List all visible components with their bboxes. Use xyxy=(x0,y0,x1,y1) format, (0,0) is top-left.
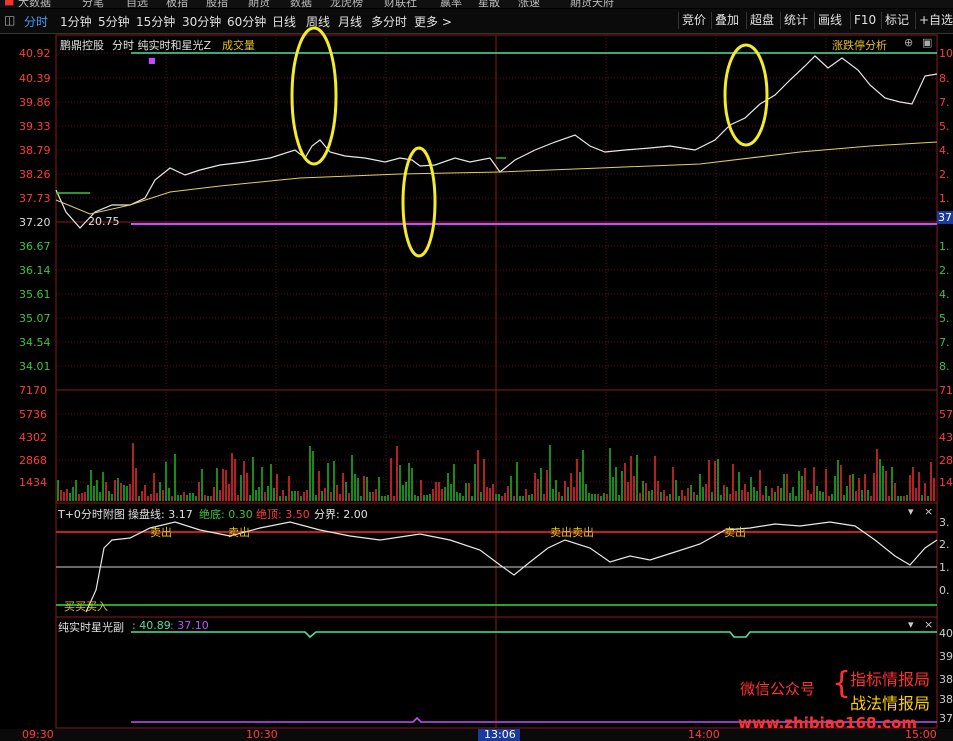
maximize-icon[interactable]: ▣ xyxy=(922,36,932,49)
sub1-dropdown-icon[interactable]: ▾ xyxy=(908,505,914,518)
price-tick: 34.54 xyxy=(19,336,51,349)
average-price-line xyxy=(55,141,938,215)
sub2-tick: 38 xyxy=(939,693,953,706)
settings-icon[interactable]: ⊕ xyxy=(904,36,913,49)
sub1-bottom-value: 绝底: 0.30 xyxy=(199,508,253,521)
sub2-dropdown-icon[interactable]: ▾ xyxy=(908,618,914,631)
percent-tick: 7. xyxy=(939,336,950,349)
price-tick: 38.79 xyxy=(19,144,51,157)
percent-tick: 8. xyxy=(939,72,950,85)
sub2-close-icon[interactable]: × xyxy=(924,618,933,631)
sub1-divider-value: 分界: 2.00 xyxy=(314,508,368,521)
current-price-tag: 37 xyxy=(937,211,953,224)
price-tick: 39.86 xyxy=(19,96,51,109)
sub2-title: 纯实时星光副 xyxy=(58,621,124,634)
sub1-close-icon[interactable]: × xyxy=(924,505,933,518)
percent-tick: 2. xyxy=(939,264,950,277)
buy-signal: 买买买入 xyxy=(64,600,108,613)
volume-tick: 5736 xyxy=(19,408,47,421)
sub1-title: T+0分时附图 xyxy=(58,508,125,521)
sub2-tick: 39 xyxy=(939,650,953,663)
price-tick: 39.33 xyxy=(19,120,51,133)
price-tick: 37.20 xyxy=(19,216,51,229)
sub2-upper-value: : 40.89 xyxy=(132,619,171,632)
price-line xyxy=(55,55,938,229)
sub1-tick: 1. xyxy=(939,561,950,574)
time-tick: 14:00 xyxy=(688,728,720,741)
percent-tick: 4. xyxy=(939,144,950,157)
percent-tick: 7. xyxy=(939,96,950,109)
sub1-tick: 0. xyxy=(939,584,950,597)
price-tick: 36.67 xyxy=(19,240,51,253)
percent-tick: 4. xyxy=(939,288,950,301)
time-tick: 09:30 xyxy=(22,728,54,741)
volume-tick-right: 43 xyxy=(939,431,953,444)
percent-tick: 5. xyxy=(939,312,950,325)
sub2-tick: 37 xyxy=(939,712,953,725)
watermark-brace: { xyxy=(832,666,852,701)
volume-tick-right: 14 xyxy=(939,476,953,489)
price-tick: 35.07 xyxy=(19,312,51,325)
low-price-label: 20.75 xyxy=(88,215,120,228)
sub2-tick: 40 xyxy=(939,627,953,640)
price-tick: 35.61 xyxy=(19,288,51,301)
watermark-line2: 战法情报局 xyxy=(850,694,931,713)
volume-tick-right: 57 xyxy=(939,408,953,421)
watermark-wechat: 微信公众号 xyxy=(740,680,816,698)
percent-tick: 2. xyxy=(939,168,950,181)
volume-tick-right: 71 xyxy=(939,384,953,397)
price-tick: 34.01 xyxy=(19,360,51,373)
watermark-line1: 指标情报局 xyxy=(850,670,931,689)
sub1-tick: 3. xyxy=(939,516,950,529)
indicator-title: 分时 纯实时和星光Z xyxy=(112,39,212,52)
time-tick: 15:00 xyxy=(905,728,937,741)
stock-name: 鹏鼎控股 xyxy=(60,39,104,52)
percent-tick: 5. xyxy=(939,120,950,133)
sub1-line-value: 操盘线: 3.17 xyxy=(128,508,193,521)
sell-signal: 卖出卖出 xyxy=(550,526,594,539)
volume-label: 成交量 xyxy=(222,39,255,52)
cursor-time-tag: 13:06 xyxy=(484,728,516,741)
sub2-tick: 38 xyxy=(939,673,953,686)
percent-tick: 10 xyxy=(939,47,953,60)
operating-line xyxy=(85,521,938,613)
sell-signal: 卖出 xyxy=(228,526,250,539)
price-tick: 38.26 xyxy=(19,168,51,181)
volume-tick-right: 28 xyxy=(939,454,953,467)
volume-tick: 4302 xyxy=(19,431,47,444)
price-tick: 40.39 xyxy=(19,72,51,85)
time-tick: 10:30 xyxy=(246,728,278,741)
price-tick: 37.73 xyxy=(19,192,51,205)
price-tick: 40.92 xyxy=(19,47,51,60)
sub1-tick: 2. xyxy=(939,538,950,551)
sell-signal: 卖出 xyxy=(724,526,746,539)
percent-tick: 1. xyxy=(939,192,950,205)
percent-tick: 8. xyxy=(939,360,950,373)
percent-tick: 1. xyxy=(939,240,950,253)
sub2-lower-value: : 37.10 xyxy=(170,619,209,632)
volume-tick: 1434 xyxy=(19,476,47,489)
watermark-url: www.zhibiao168.com xyxy=(738,714,918,732)
limit-analysis-label[interactable]: 涨跌停分析 xyxy=(832,37,887,53)
volume-tick: 2868 xyxy=(19,454,47,467)
sub1-top-value: 绝顶: 3.50 xyxy=(256,508,310,521)
sell-signal: 卖出 xyxy=(150,526,172,539)
marker-dot: ■ xyxy=(148,56,156,65)
price-tick: 36.14 xyxy=(19,264,51,277)
volume-tick: 7170 xyxy=(19,384,47,397)
